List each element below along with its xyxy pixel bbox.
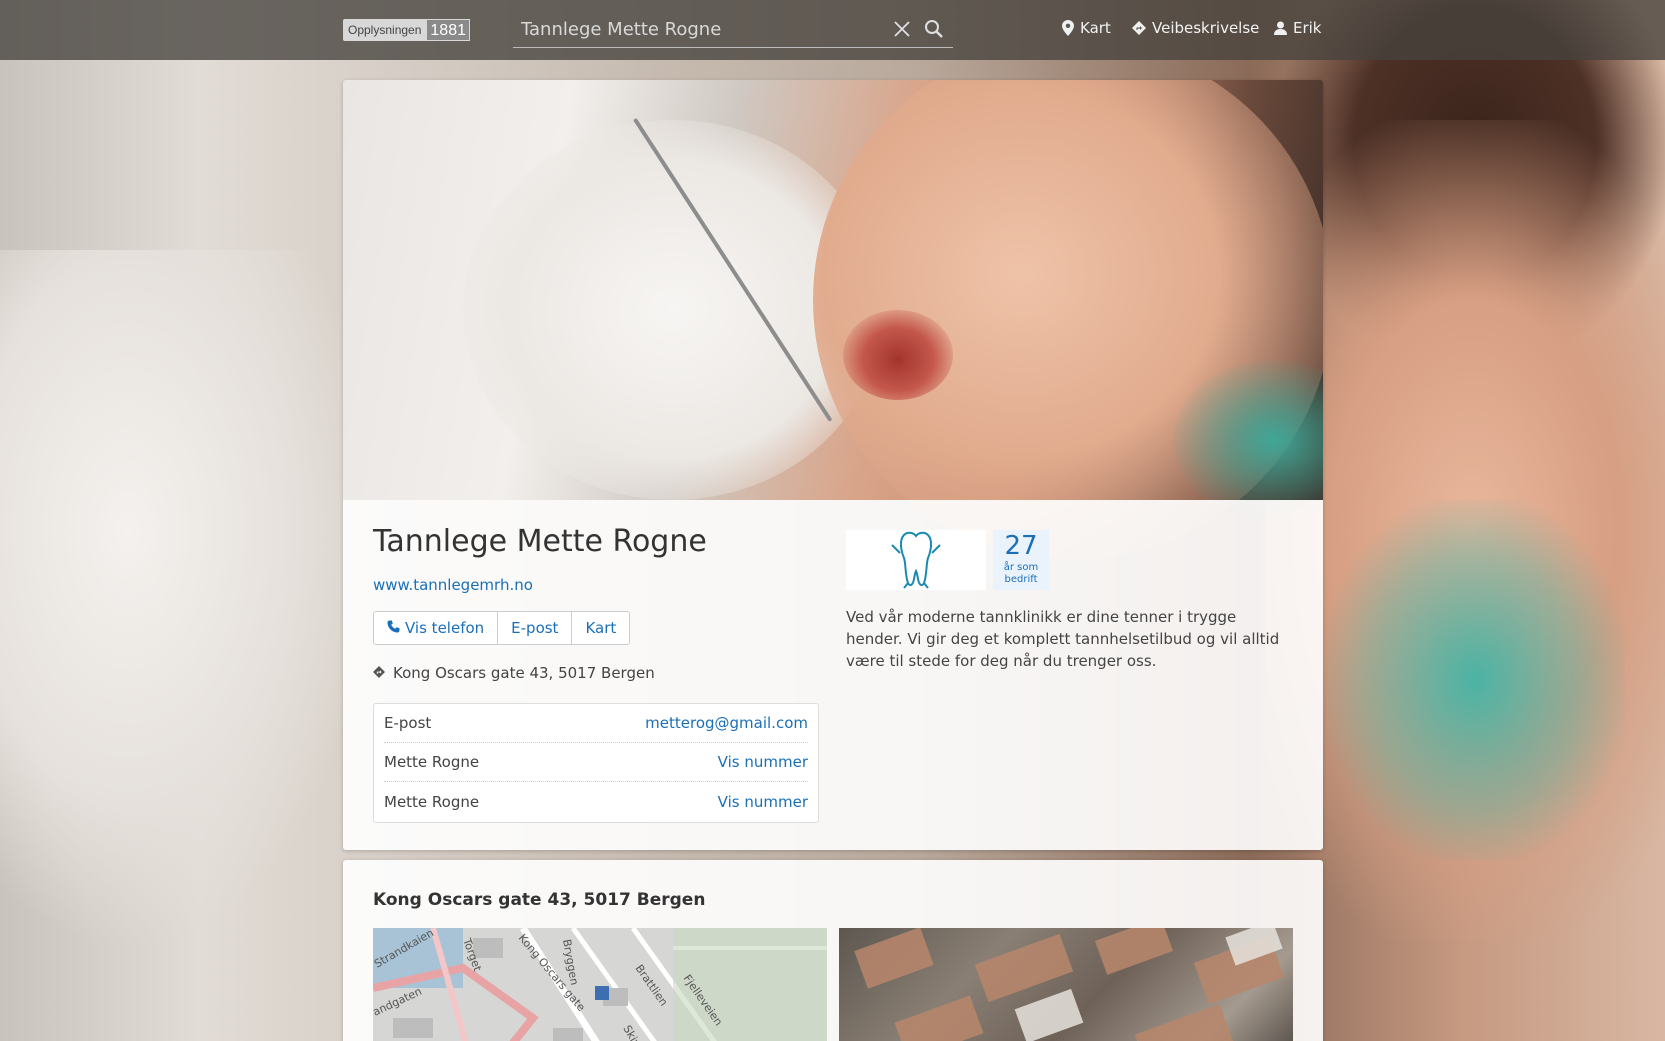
contact-row: Mette Rogne Vis nummer [384, 782, 808, 821]
contact-list: E-post metterog@gmail.com Mette Rogne Vi… [373, 703, 819, 823]
website-link[interactable]: www.tannlegemrh.no [373, 576, 533, 594]
nav-user[interactable]: Erik [1274, 19, 1322, 37]
years-number: 27 [1004, 531, 1038, 561]
background-teal [1325, 500, 1625, 860]
nav-kart[interactable]: Kart [1062, 19, 1111, 37]
years-label-1: år som [1003, 562, 1039, 573]
background-glove [0, 250, 380, 950]
search-box [513, 12, 953, 48]
contact-label: E-post [384, 714, 432, 732]
business-address: Kong Oscars gate 43, 5017 Bergen [373, 664, 655, 682]
map-pin-icon [1062, 20, 1074, 36]
directions-icon [373, 664, 385, 682]
phone-icon [387, 619, 405, 637]
business-card: Tannlege Mette Rogne www.tannlegemrh.no … [343, 80, 1323, 850]
contact-row: Mette Rogne Vis nummer [384, 743, 808, 782]
email-button[interactable]: E-post [498, 612, 573, 644]
logo-number: 1881 [426, 19, 470, 41]
nav-veibeskrivelse-label: Veibeskrivelse [1152, 19, 1260, 37]
top-bar: Opplysningen 1881 Kart Veibeskrivelse Er… [0, 0, 1665, 60]
show-phone-label: Vis telefon [405, 619, 485, 637]
clear-icon[interactable] [891, 18, 913, 40]
nav-kart-label: Kart [1080, 19, 1111, 37]
action-buttons: Vis telefon E-post Kart [373, 611, 631, 645]
search-input[interactable] [513, 12, 873, 46]
logo-text: Opplysningen [343, 19, 427, 41]
nav-user-label: Erik [1293, 19, 1322, 37]
location-card: Kong Oscars gate 43, 5017 Bergen Strandk… [343, 860, 1323, 1041]
user-icon [1274, 21, 1287, 35]
contact-row: E-post metterog@gmail.com [384, 704, 808, 743]
contact-label: Mette Rogne [384, 753, 480, 771]
street-map[interactable]: Strandkaien Torget Kong Oscars gate Bryg… [373, 928, 827, 1041]
business-info: Tannlege Mette Rogne www.tannlegemrh.no … [343, 500, 1323, 850]
contact-label: Mette Rogne [384, 792, 480, 811]
search-icon[interactable] [923, 18, 945, 40]
directions-icon [1132, 21, 1146, 35]
tooth-logo-icon [891, 531, 941, 589]
email-link[interactable]: metterog@gmail.com [645, 714, 808, 732]
business-description: Ved vår moderne tannklinikk er dine tenn… [846, 608, 1280, 670]
hero-image [343, 80, 1323, 560]
nav-veibeskrivelse[interactable]: Veibeskrivelse [1132, 19, 1259, 37]
show-number-link[interactable]: Vis nummer [718, 793, 808, 811]
address-text: Kong Oscars gate 43, 5017 Bergen [393, 664, 655, 682]
map-button[interactable]: Kart [572, 612, 629, 644]
business-name: Tannlege Mette Rogne [373, 524, 707, 559]
show-number-link[interactable]: Vis nummer [718, 753, 808, 771]
years-in-business: 27 år som bedrift [993, 530, 1049, 590]
site-logo[interactable]: Opplysningen 1881 [343, 17, 470, 43]
satellite-map[interactable] [839, 928, 1293, 1041]
location-heading: Kong Oscars gate 43, 5017 Bergen [373, 890, 706, 910]
business-logo [846, 530, 986, 590]
years-label-2: bedrift [1004, 574, 1038, 585]
hero-mouth [843, 310, 953, 400]
show-phone-button[interactable]: Vis telefon [374, 612, 499, 644]
